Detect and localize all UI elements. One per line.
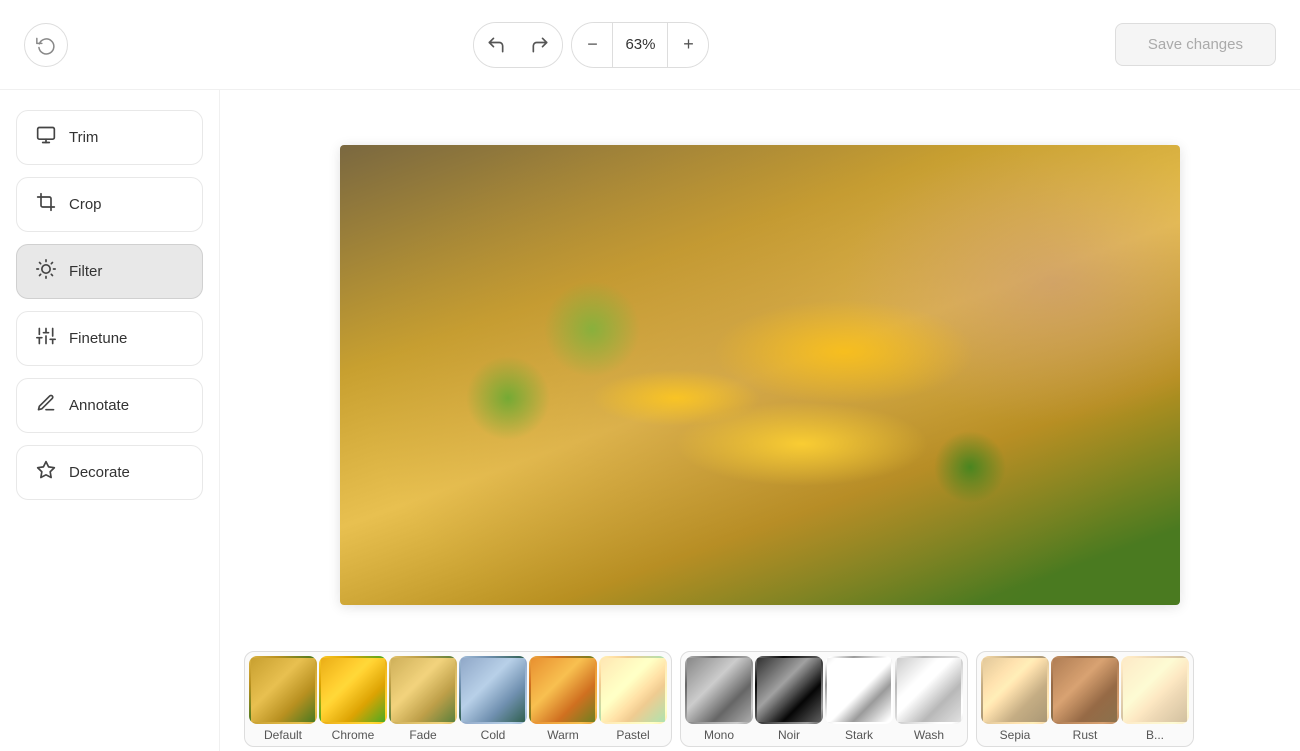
canvas-area	[244, 106, 1276, 643]
filter-thumb-stark	[825, 656, 893, 724]
filter-thumb-pastel	[599, 656, 667, 724]
undo-button[interactable]	[474, 23, 518, 67]
crop-icon	[35, 192, 57, 217]
filter-strip: Default Chrome Fade Cold	[244, 643, 1276, 751]
filter-thumb-rust	[1051, 656, 1119, 724]
header: − + Save changes	[0, 0, 1300, 90]
image-bg	[340, 145, 1180, 605]
filter-thumb-wash	[895, 656, 963, 724]
filter-thumb-b	[1121, 656, 1189, 724]
filter-group-color: Default Chrome Fade Cold	[244, 651, 672, 747]
history-button[interactable]	[24, 23, 68, 67]
undo-redo-group	[473, 22, 563, 68]
filter-thumb-cold	[459, 656, 527, 724]
filter-item-pastel[interactable]: Pastel	[599, 656, 667, 742]
filter-thumb-mono	[685, 656, 753, 724]
filter-item-wash[interactable]: Wash	[895, 656, 963, 742]
sidebar: Trim Crop Filter	[0, 90, 220, 751]
redo-button[interactable]	[518, 23, 562, 67]
filter-icon	[35, 259, 57, 284]
filter-label-fade: Fade	[409, 728, 436, 742]
decorate-icon	[35, 460, 57, 485]
filter-thumb-default	[249, 656, 317, 724]
content-area: Default Chrome Fade Cold	[220, 90, 1300, 751]
filter-item-chrome[interactable]: Chrome	[319, 656, 387, 742]
filter-label-noir: Noir	[778, 728, 800, 742]
filter-row: Default Chrome Fade Cold	[244, 651, 1276, 747]
image-placeholder	[340, 145, 1180, 605]
finetune-icon	[35, 326, 57, 351]
header-center: − +	[473, 22, 709, 68]
filter-item-b[interactable]: B...	[1121, 656, 1189, 742]
filter-thumb-noir	[755, 656, 823, 724]
filter-label-cold: Cold	[481, 728, 506, 742]
filter-label-mono: Mono	[704, 728, 734, 742]
filter-label-warm: Warm	[547, 728, 579, 742]
filter-item-sepia[interactable]: Sepia	[981, 656, 1049, 742]
filter-label-rust: Rust	[1073, 728, 1098, 742]
filter-thumb-chrome	[319, 656, 387, 724]
filter-label-default: Default	[264, 728, 302, 742]
redo-icon	[530, 35, 550, 55]
annotate-icon	[35, 393, 57, 418]
filter-label-sepia: Sepia	[1000, 728, 1031, 742]
main-area: Trim Crop Filter	[0, 90, 1300, 751]
filter-label-b: B...	[1146, 728, 1164, 742]
sidebar-item-finetune-label: Finetune	[69, 330, 127, 347]
sidebar-item-crop-label: Crop	[69, 196, 102, 213]
header-left	[24, 23, 68, 67]
filter-item-mono[interactable]: Mono	[685, 656, 753, 742]
filter-label-wash: Wash	[914, 728, 944, 742]
filter-item-default[interactable]: Default	[249, 656, 317, 742]
sidebar-item-decorate[interactable]: Decorate	[16, 445, 203, 500]
sidebar-item-annotate[interactable]: Annotate	[16, 378, 203, 433]
filter-group-sepia: Sepia Rust B...	[976, 651, 1194, 747]
sidebar-item-crop[interactable]: Crop	[16, 177, 203, 232]
zoom-plus-button[interactable]: +	[668, 23, 708, 67]
filter-item-rust[interactable]: Rust	[1051, 656, 1119, 742]
filter-group-bw: Mono Noir Stark Wash	[680, 651, 968, 747]
filter-item-warm[interactable]: Warm	[529, 656, 597, 742]
undo-icon	[486, 35, 506, 55]
sidebar-item-trim-label: Trim	[69, 129, 98, 146]
filter-thumb-warm	[529, 656, 597, 724]
sidebar-item-finetune[interactable]: Finetune	[16, 311, 203, 366]
image-canvas	[340, 145, 1180, 605]
filter-thumb-fade	[389, 656, 457, 724]
sidebar-item-decorate-label: Decorate	[69, 464, 130, 481]
filter-label-stark: Stark	[845, 728, 873, 742]
sidebar-item-filter[interactable]: Filter	[16, 244, 203, 299]
sidebar-item-trim[interactable]: Trim	[16, 110, 203, 165]
zoom-minus-button[interactable]: −	[572, 23, 612, 67]
trim-icon	[35, 125, 57, 150]
filter-item-stark[interactable]: Stark	[825, 656, 893, 742]
filter-label-chrome: Chrome	[332, 728, 375, 742]
sidebar-item-annotate-label: Annotate	[69, 397, 129, 414]
zoom-value-input[interactable]	[612, 23, 668, 67]
filter-item-cold[interactable]: Cold	[459, 656, 527, 742]
filter-item-fade[interactable]: Fade	[389, 656, 457, 742]
sidebar-item-filter-label: Filter	[69, 263, 102, 280]
save-changes-button[interactable]: Save changes	[1115, 23, 1276, 66]
filter-thumb-sepia	[981, 656, 1049, 724]
history-icon	[36, 35, 56, 55]
filter-item-noir[interactable]: Noir	[755, 656, 823, 742]
filter-label-pastel: Pastel	[616, 728, 649, 742]
zoom-group: − +	[571, 22, 709, 68]
